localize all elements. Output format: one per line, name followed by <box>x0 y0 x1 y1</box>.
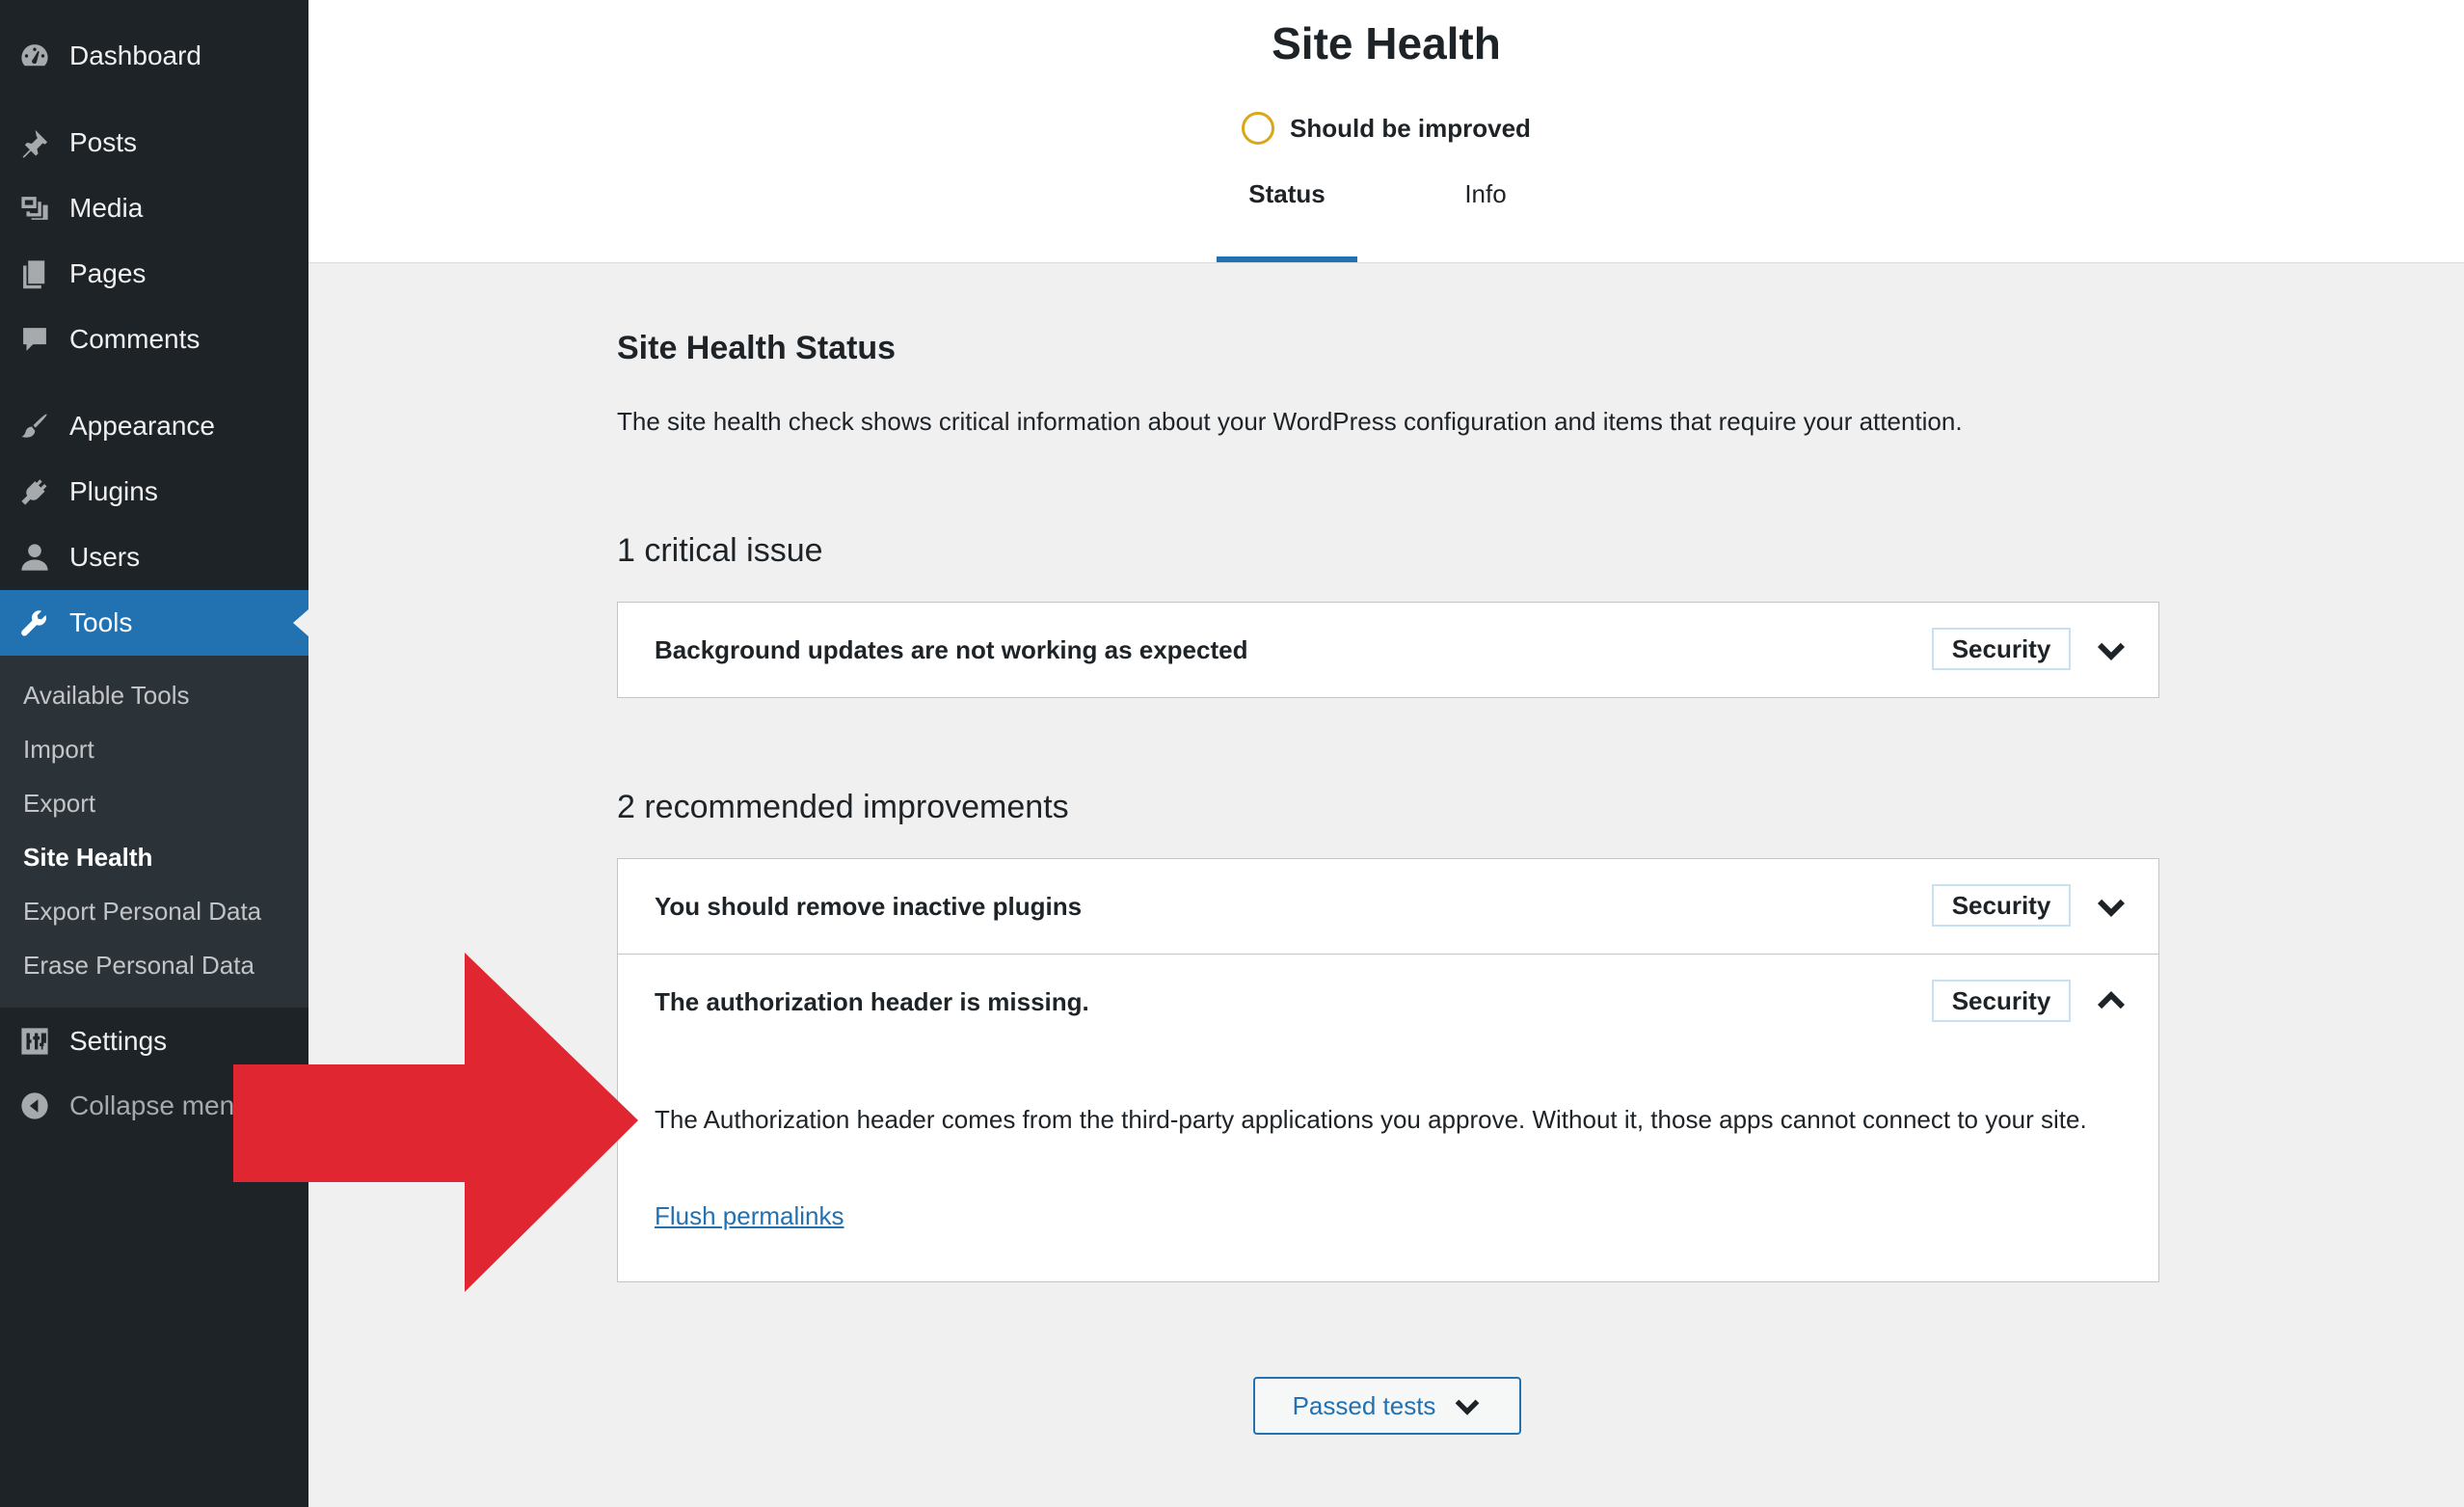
chevron-up-icon[interactable] <box>2095 985 2128 1018</box>
sidebar-item-posts[interactable]: Posts <box>0 110 308 175</box>
issue-row[interactable]: You should remove inactive plugins Secur… <box>618 859 2158 954</box>
critical-issues-title: 1 critical issue <box>617 532 823 569</box>
issue-title: Background updates are not working as ex… <box>655 635 1248 664</box>
sidebar-item-label: Dashboard <box>69 40 201 70</box>
health-status-text: Should be improved <box>1290 113 1531 143</box>
chevron-down-icon[interactable] <box>2095 633 2128 666</box>
brush-icon <box>17 409 52 444</box>
issue-row[interactable]: Background updates are not working as ex… <box>618 603 2158 697</box>
issue-title: You should remove inactive plugins <box>655 892 1083 921</box>
passed-tests-button[interactable]: Passed tests <box>1253 1377 1521 1435</box>
category-badge: Security <box>1932 980 2071 1022</box>
status-circle-icon <box>1242 112 1274 145</box>
sliders-icon <box>17 1024 52 1059</box>
wrench-icon <box>17 605 52 640</box>
critical-issues-list: Background updates are not working as ex… <box>617 602 2159 698</box>
pin-icon <box>17 125 52 160</box>
submenu-item-export[interactable]: Export <box>23 789 95 819</box>
plug-icon <box>17 474 52 509</box>
chevron-down-icon <box>1456 1399 1480 1415</box>
sidebar-item-label: Users <box>69 542 141 572</box>
sidebar-item-label: Plugins <box>69 476 158 506</box>
section-description: The site health check shows critical inf… <box>617 407 1963 436</box>
collapse-arrow-icon <box>17 1089 52 1123</box>
issue-detail-text: The Authorization header comes from the … <box>655 1105 2087 1134</box>
tab-status[interactable]: Status <box>1217 179 1357 262</box>
category-badge: Security <box>1932 884 2071 927</box>
sidebar-item-pages[interactable]: Pages <box>0 241 308 307</box>
sidebar-item-label: Comments <box>69 324 201 354</box>
chevron-down-icon[interactable] <box>2095 890 2128 923</box>
submenu-item-erase-personal-data[interactable]: Erase Personal Data <box>23 951 254 981</box>
submenu-item-site-health[interactable]: Site Health <box>23 843 152 873</box>
page-title: Site Health <box>1272 18 1501 68</box>
submenu-item-export-personal-data[interactable]: Export Personal Data <box>23 897 261 927</box>
submenu-item-available-tools[interactable]: Available Tools <box>23 681 190 711</box>
site-health-header: Site Health Should be improved Status In… <box>308 0 2464 263</box>
sidebar-item-label: Collapse menu <box>69 1090 250 1120</box>
media-icon <box>17 191 52 226</box>
sidebar-item-label: Tools <box>69 607 133 637</box>
dashboard-icon <box>17 39 52 73</box>
sidebar-item-users[interactable]: Users <box>0 525 308 590</box>
sidebar-item-tools[interactable]: Tools <box>0 590 308 656</box>
submenu-item-import[interactable]: Import <box>23 735 94 765</box>
issue-row-expanded[interactable]: The authorization header is missing. Sec… <box>618 954 2158 1281</box>
sidebar-item-comments[interactable]: Comments <box>0 307 308 372</box>
tab-info[interactable]: Info <box>1433 179 1539 262</box>
user-icon <box>17 540 52 575</box>
recommended-improvements-list: You should remove inactive plugins Secur… <box>617 858 2159 1282</box>
recommended-improvements-title: 2 recommended improvements <box>617 789 1069 825</box>
category-badge: Security <box>1932 628 2071 670</box>
sidebar-item-dashboard[interactable]: Dashboard <box>0 23 308 89</box>
flush-permalinks-link[interactable]: Flush permalinks <box>655 1201 844 1231</box>
health-status-indicator: Should be improved <box>1242 112 1531 145</box>
passed-tests-label: Passed tests <box>1292 1390 1436 1420</box>
red-arrow-annotation <box>233 953 638 1292</box>
sidebar-item-label: Media <box>69 193 144 223</box>
sidebar-item-plugins[interactable]: Plugins <box>0 459 308 525</box>
pages-icon <box>17 256 52 291</box>
sidebar-item-label: Settings <box>69 1026 168 1056</box>
section-heading: Site Health Status <box>617 330 897 366</box>
sidebar-item-label: Posts <box>69 127 138 157</box>
sidebar-item-label: Pages <box>69 258 147 288</box>
sidebar-item-media[interactable]: Media <box>0 175 308 241</box>
sidebar-item-appearance[interactable]: Appearance <box>0 393 308 459</box>
sidebar-item-label: Appearance <box>69 411 216 441</box>
comment-icon <box>17 322 52 357</box>
issue-title: The authorization header is missing. <box>655 987 1089 1016</box>
active-menu-caret <box>293 609 308 636</box>
